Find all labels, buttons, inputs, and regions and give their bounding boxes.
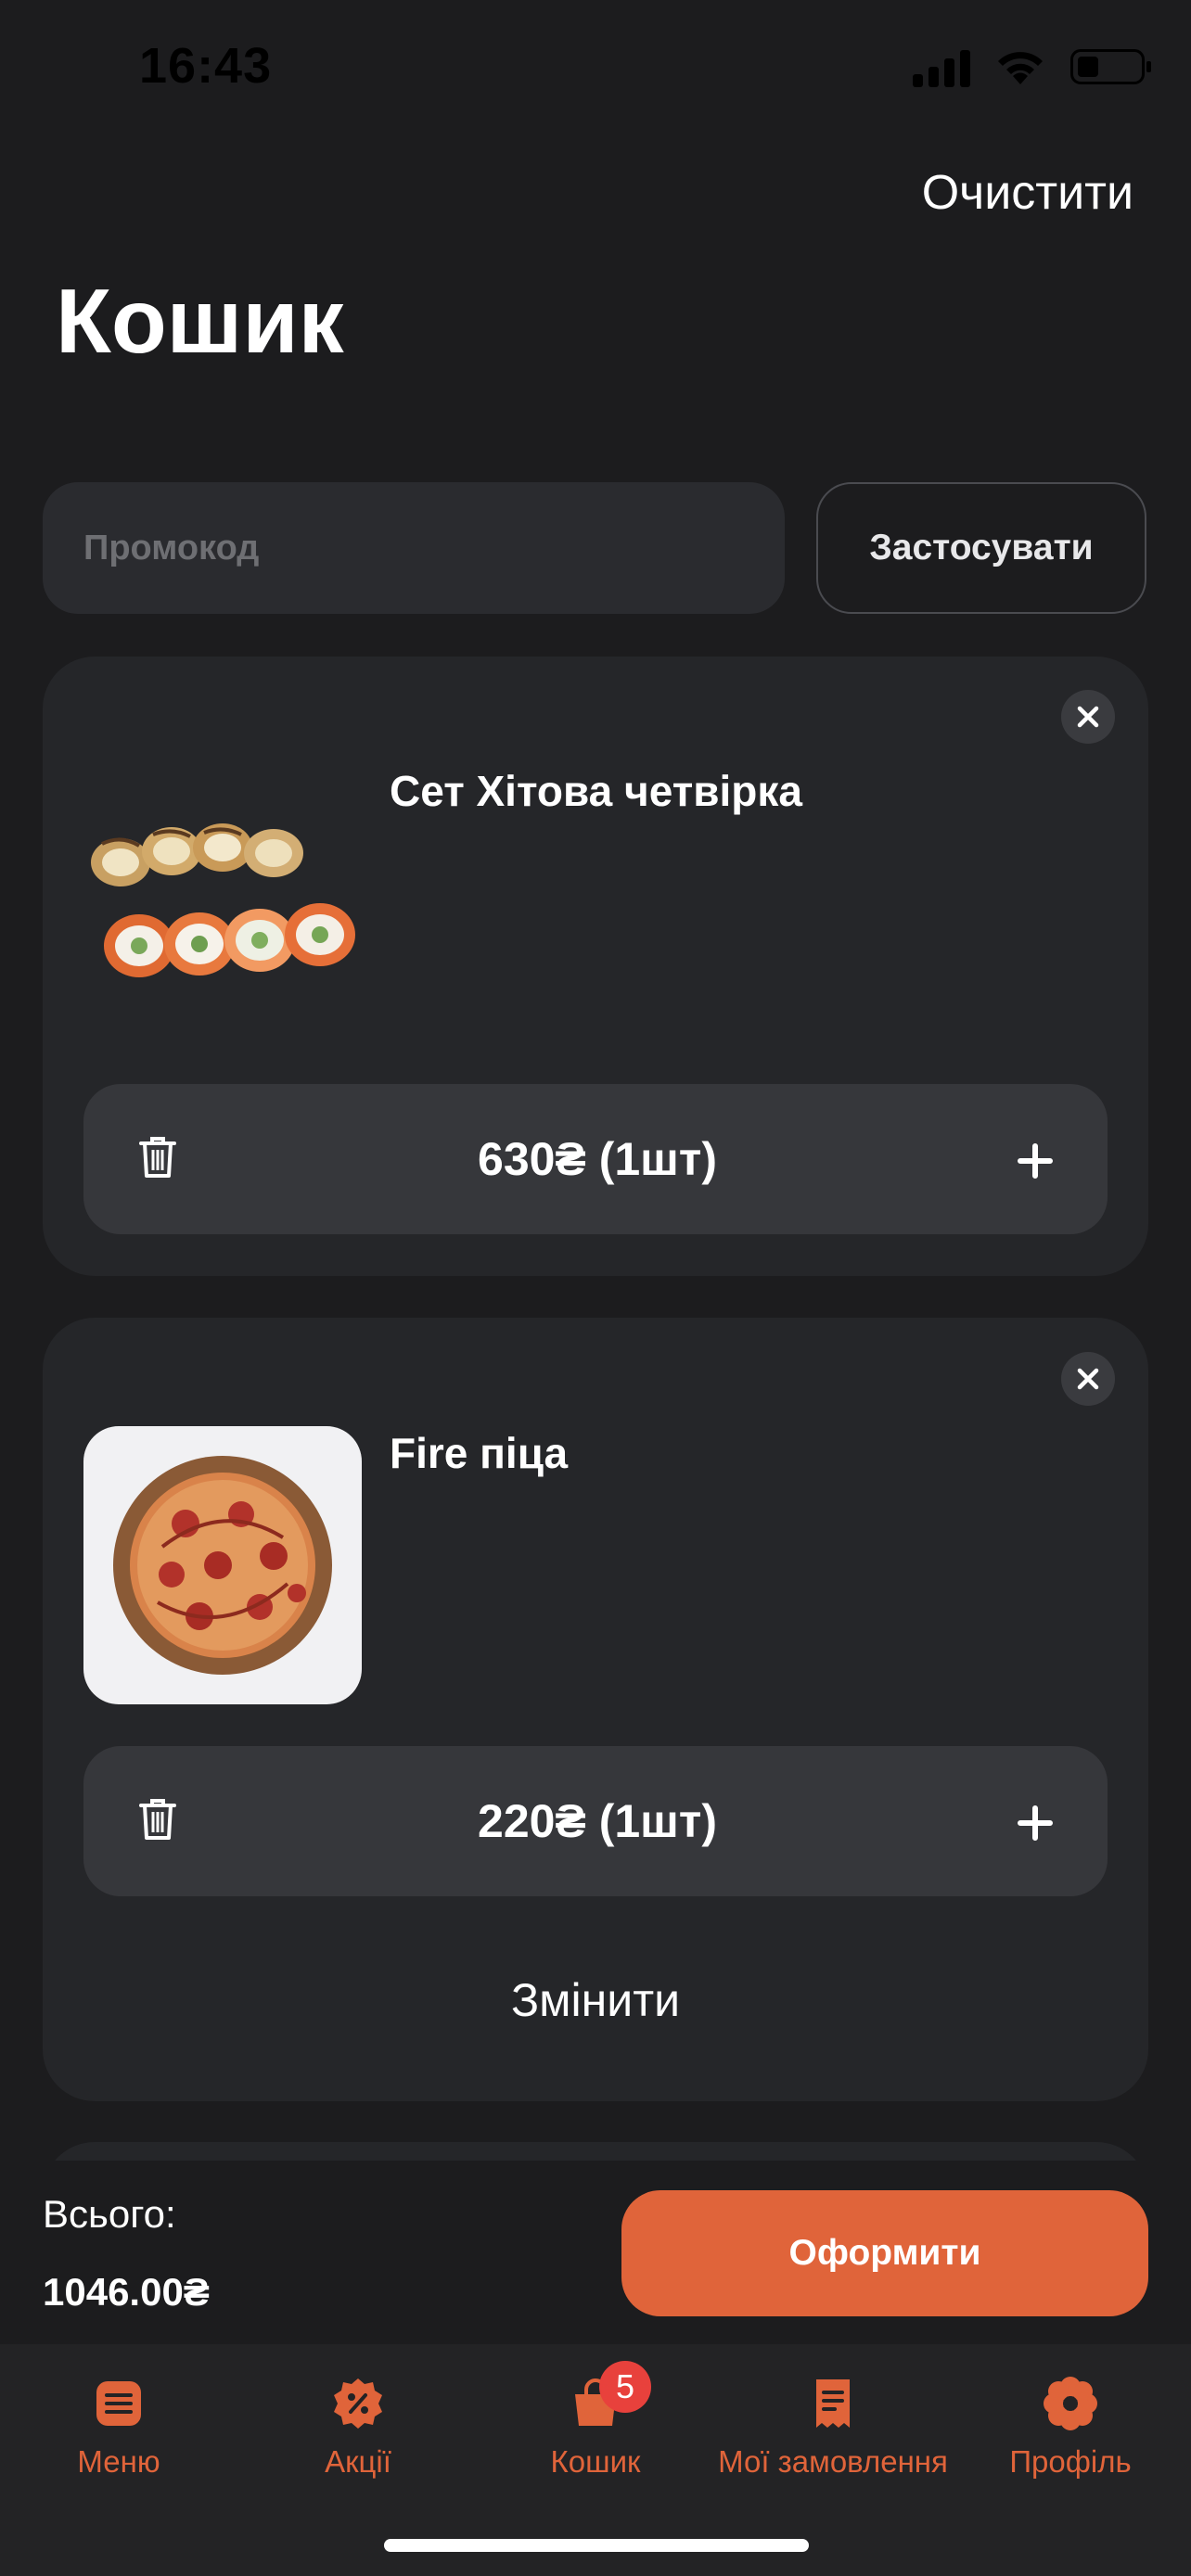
discount-icon	[330, 2376, 386, 2431]
trash-icon	[139, 1136, 176, 1178]
cart-icon: 5	[568, 2361, 651, 2431]
item-name: Сет Хітова четвірка	[390, 767, 802, 815]
tab-label: Меню	[77, 2444, 160, 2479]
tab-label: Мої замовлення	[718, 2444, 948, 2479]
delete-item-button[interactable]	[137, 1797, 178, 1846]
delete-item-button[interactable]	[137, 1135, 178, 1184]
item-price-quantity: 220₴ (1шт)	[478, 1795, 717, 1847]
increase-quantity-button[interactable]	[1017, 1129, 1054, 1189]
tab-my-orders[interactable]: Мої замовлення	[712, 2376, 954, 2480]
wifi-icon	[998, 52, 1043, 84]
tab-promotions[interactable]: Акції	[237, 2376, 479, 2480]
tab-cart[interactable]: 5 Кошик	[475, 2361, 716, 2480]
profile-icon	[1043, 2376, 1098, 2431]
change-item-button[interactable]: Змінити	[0, 1973, 1191, 2027]
tab-menu[interactable]: Меню	[0, 2376, 239, 2480]
trash-icon	[139, 1798, 176, 1840]
receipt-icon	[805, 2376, 861, 2431]
cart-badge: 5	[599, 2361, 651, 2413]
pizza-image	[83, 1426, 362, 1704]
sushi-set-image	[83, 807, 362, 992]
tab-label: Профіль	[1009, 2444, 1132, 2479]
battery-icon	[1070, 49, 1151, 84]
remove-item-button[interactable]	[1061, 690, 1115, 744]
total-label: Всього:	[43, 2192, 176, 2236]
item-name: Fire піца	[390, 1429, 569, 1477]
page-title: Кошик	[56, 270, 344, 372]
promo-code-input[interactable]	[43, 482, 785, 614]
clear-cart-button[interactable]: Очистити	[922, 165, 1133, 221]
plus-icon	[1018, 1805, 1053, 1841]
signal-icon	[913, 46, 970, 87]
remove-item-button[interactable]	[1061, 1352, 1115, 1406]
status-time: 16:43	[139, 38, 273, 94]
checkout-button[interactable]: Оформити	[621, 2190, 1148, 2316]
apply-promo-button[interactable]: Застосувати	[816, 482, 1146, 614]
menu-icon	[91, 2376, 147, 2431]
close-icon	[1077, 706, 1099, 728]
quantity-bar: 220₴ (1шт)	[83, 1746, 1108, 1896]
item-price-quantity: 630₴ (1шт)	[478, 1133, 717, 1185]
close-icon	[1077, 1368, 1099, 1390]
status-icons	[913, 46, 1151, 87]
tab-label: Кошик	[550, 2444, 641, 2479]
total-value: 1046.00₴	[43, 2270, 210, 2314]
tab-profile[interactable]: Профіль	[950, 2376, 1191, 2480]
home-indicator	[384, 2539, 809, 2552]
increase-quantity-button[interactable]	[1017, 1792, 1054, 1851]
quantity-bar: 630₴ (1шт)	[83, 1084, 1108, 1234]
tab-label: Акції	[325, 2444, 391, 2479]
plus-icon	[1018, 1143, 1053, 1179]
